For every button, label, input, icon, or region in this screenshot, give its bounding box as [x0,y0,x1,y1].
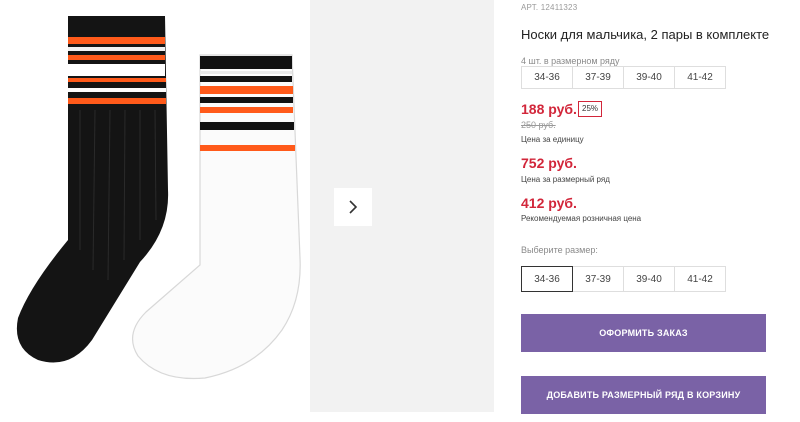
socks-illustration [16,16,301,380]
size-selector: 34-36 37-39 39-40 41-42 [521,266,726,292]
row-price-caption: Цена за размерный ряд [521,175,610,184]
pack-size-cell: 41-42 [674,66,726,89]
old-price: 250 руб. [521,120,556,130]
unit-price: 188 руб. [521,101,577,117]
product-title: Носки для мальчика, 2 пары в комплекте [521,27,770,42]
place-order-button[interactable]: ОФОРМИТЬ ЗАКАЗ [521,314,766,352]
pack-size-cell: 39-40 [623,66,675,89]
size-option-39-40[interactable]: 39-40 [623,266,675,292]
article-number: АРТ. 12411323 [521,3,578,12]
size-option-37-39[interactable]: 37-39 [572,266,624,292]
product-image[interactable] [0,0,310,422]
choose-size-label: Выберите размер: [521,245,598,255]
pack-size-cell: 34-36 [521,66,573,89]
pack-note: 4 шт. в размерном ряду [521,56,620,66]
row-price: 752 руб. [521,155,577,171]
size-option-34-36[interactable]: 34-36 [521,266,573,292]
unit-price-caption: Цена за единицу [521,135,584,144]
discount-badge: 25% [578,101,603,117]
retail-price: 412 руб. [521,195,577,211]
pack-size-cell: 37-39 [572,66,624,89]
size-option-41-42[interactable]: 41-42 [674,266,726,292]
gallery-next-button[interactable] [334,188,372,226]
retail-price-caption: Рекомендуемая розничная цена [521,214,642,223]
chevron-right-icon [349,200,358,214]
pack-size-table: 34-36 37-39 39-40 41-42 [521,66,726,89]
add-size-row-to-cart-button[interactable]: ДОБАВИТЬ РАЗМЕРНЫЙ РЯД В КОРЗИНУ [521,376,766,414]
